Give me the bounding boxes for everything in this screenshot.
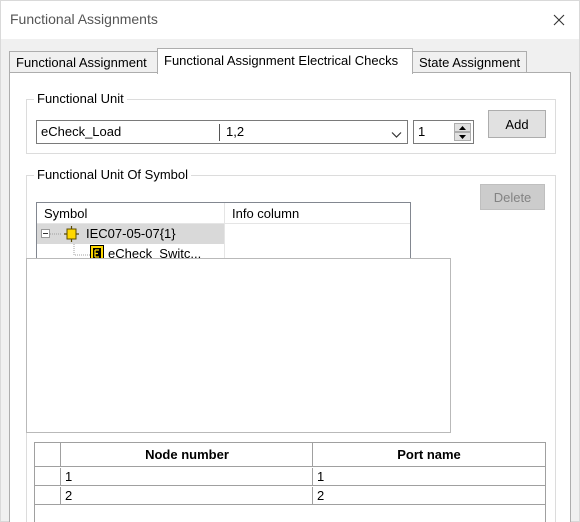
node-number-cell[interactable]: 1 [61,468,313,486]
cell-value: 1 [65,469,73,484]
functional-unit-combobox[interactable]: eCheck_Load 1,2 [36,120,408,144]
tree-node-label: IEC07-05-07{1} [86,226,176,241]
close-icon [553,14,565,26]
node-port-grid[interactable]: Node number Port name 1 1 2 2 [34,442,546,522]
column-header-label: Port name [397,447,461,462]
cell-value: 2 [65,488,73,503]
combo-separator [219,124,220,141]
stepper-value[interactable]: 1 [418,124,425,139]
close-button[interactable] [545,7,573,33]
tree-row-symbol[interactable]: IEC07-05-07{1} [37,224,224,244]
port-name-cell[interactable]: 2 [313,487,545,505]
tree-list-area [26,258,451,433]
cell-value: 2 [317,488,325,503]
add-button-label: Add [505,116,529,132]
unit-of-symbol-legend: Functional Unit Of Symbol [34,167,192,182]
chevron-down-icon[interactable] [391,127,402,142]
column-header-label: Node number [145,447,229,462]
tab-state-assignment[interactable]: State Assignment [412,51,527,73]
symbol-icon [64,226,79,242]
tab-label: Functional Assignment Electrical Checks [164,53,399,68]
quantity-stepper[interactable]: 1 [413,120,474,144]
title-bar: Functional Assignments [1,1,579,39]
column-header-info[interactable]: Info column [232,206,299,221]
tab-functional-assignment-electrical-checks[interactable]: Functional Assignment Electrical Checks [157,48,413,74]
grid-header: Node number Port name [35,443,545,467]
stepper-up-button[interactable] [454,123,471,132]
combo-secondary-value: 1,2 [226,124,245,139]
column-header-symbol[interactable]: Symbol [44,206,87,221]
node-number-cell[interactable]: 2 [61,487,313,505]
row-header-cell[interactable] [35,487,61,505]
delete-button[interactable]: Delete [480,184,545,210]
symbol-tree[interactable]: Symbol Info column IEC07-05-07{1} eCheck… [36,202,411,265]
table-row[interactable]: 2 2 [35,487,545,505]
row-header-cell[interactable] [35,468,61,486]
tab-label: State Assignment [419,55,521,70]
port-name-cell[interactable]: 1 [313,468,545,486]
arrow-up-icon [459,125,466,130]
functional-unit-group: Functional Unit eCheck_Load 1,2 1 Add [26,91,556,154]
add-button[interactable]: Add [488,110,546,138]
cell-value: 1 [317,469,325,484]
stepper-buttons [454,123,471,141]
column-divider [224,203,225,264]
arrow-down-icon [459,134,466,139]
column-header-port-name[interactable]: Port name [313,443,545,467]
tree-connector [50,233,62,235]
combo-primary-value: eCheck_Load [41,124,122,139]
dialog-window: Functional Assignments Functional Assign… [0,0,580,522]
window-title: Functional Assignments [10,11,158,27]
functional-unit-legend: Functional Unit [34,91,127,106]
grid-corner-cell [35,443,61,467]
stepper-down-button[interactable] [454,132,471,141]
tree-connector [73,244,91,256]
tab-functional-assignment[interactable]: Functional Assignment [9,51,159,73]
delete-button-label: Delete [493,189,532,205]
table-row[interactable]: 1 1 [35,468,545,486]
collapse-minus-icon[interactable] [41,229,50,238]
column-header-node-number[interactable]: Node number [61,443,313,467]
tab-label: Functional Assignment [16,55,147,70]
